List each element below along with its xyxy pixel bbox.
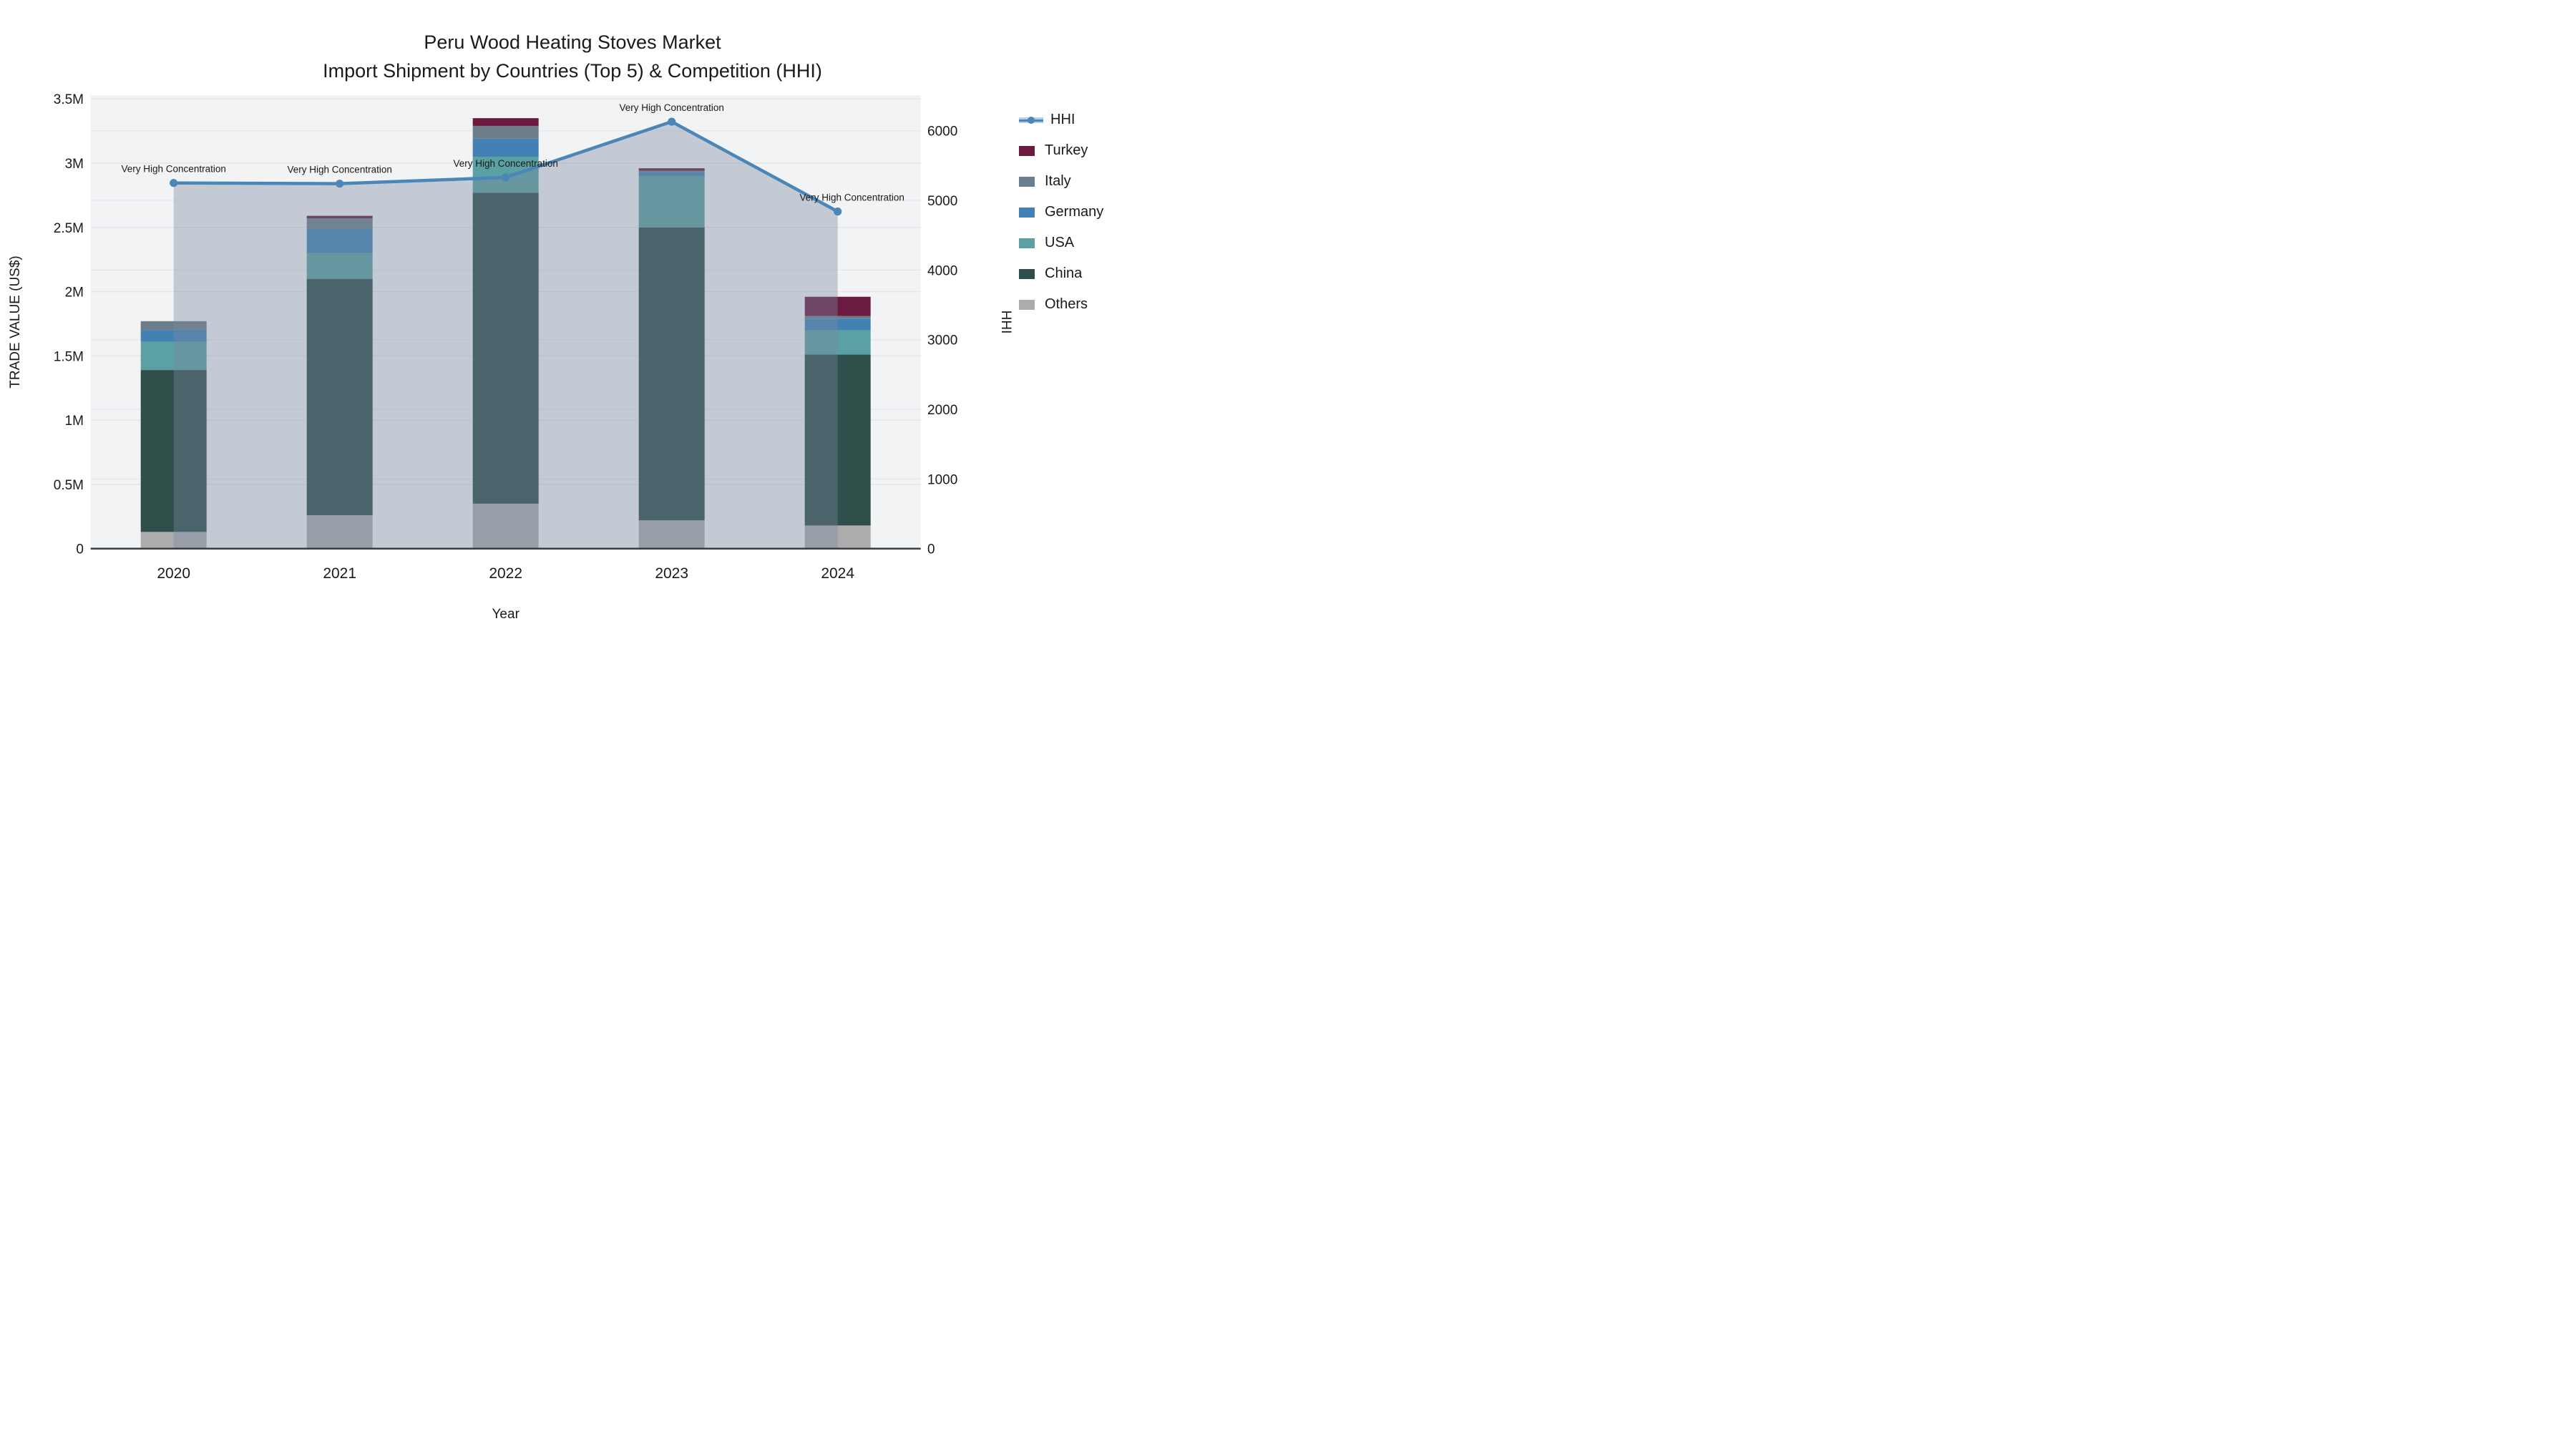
bar-segment-germany-2022[interactable] (472, 138, 539, 157)
x-tick-2020: 2020 (157, 565, 190, 582)
y2-tick-4000: 4000 (927, 263, 957, 278)
y2-tick-6000: 6000 (927, 125, 957, 140)
y2-tick-2000: 2000 (927, 403, 957, 418)
legend-label-others: Others (1045, 296, 1088, 312)
y2-tick-1000: 1000 (927, 472, 957, 487)
chart-title-line1: Peru Wood Heating Stoves Market (424, 31, 721, 53)
bar-segment-turkey-2022[interactable] (472, 118, 539, 126)
legend-item-others[interactable]: Others (1019, 289, 1103, 320)
y2-tick-3000: 3000 (927, 333, 957, 348)
y2-tick-0: 0 (927, 542, 935, 557)
y1-tick-1M: 1M (65, 414, 84, 429)
legend-label-turkey: Turkey (1045, 142, 1088, 158)
y1-tick-2M: 2M (65, 286, 84, 301)
hhi-line-icon (1019, 115, 1043, 125)
annotation-2022: Very High Concentration (454, 158, 558, 169)
y-axis-right-ticks: 0 1000 2000 3000 4000 5000 6000 (927, 125, 957, 557)
x-tick-2021: 2021 (323, 565, 356, 582)
annotation-2024: Very High Concentration (800, 192, 904, 203)
y-axis-right-title: HHI (998, 311, 1013, 334)
annotation-2023: Very High Concentration (620, 102, 724, 113)
legend-swatch-italy (1019, 176, 1035, 187)
hhi-area-polygon (173, 122, 838, 549)
hhi-area-fill (173, 122, 838, 549)
legend-label-china: China (1045, 265, 1083, 281)
y-axis-left-ticks: 0 0.5M 1M 1.5M 2M 2.5M 3M 3.5M (54, 92, 84, 557)
figure: Very High Concentration Very High Concent… (0, 0, 1145, 644)
hhi-marker-2024[interactable] (834, 208, 842, 216)
legend-label-usa: USA (1045, 235, 1075, 250)
legend-swatch-germany (1019, 207, 1035, 218)
chart-canvas: Very High Concentration Very High Concent… (8, 31, 1013, 622)
legend-item-germany[interactable]: Germany (1019, 197, 1103, 228)
hhi-marker-2022[interactable] (502, 173, 510, 182)
y1-tick-2.5M: 2.5M (54, 221, 84, 236)
x-axis-title: Year (492, 607, 520, 622)
legend-item-usa[interactable]: USA (1019, 228, 1103, 258)
legend-item-italy[interactable]: Italy (1019, 166, 1103, 197)
hhi-marker-2020[interactable] (170, 179, 178, 187)
y1-tick-0: 0 (76, 542, 84, 557)
annotation-2020: Very High Concentration (122, 164, 226, 175)
chart-title-line2: Import Shipment by Countries (Top 5) & C… (323, 60, 822, 82)
y1-tick-3.5M: 3.5M (54, 92, 84, 107)
legend: HHI Turkey Italy Germany USA China Others (1019, 104, 1103, 320)
x-tick-2022: 2022 (489, 565, 522, 582)
legend-item-turkey[interactable]: Turkey (1019, 135, 1103, 166)
y1-tick-0.5M: 0.5M (54, 478, 84, 493)
hhi-marker-2023[interactable] (668, 117, 676, 126)
y-axis-left-title: TRADE VALUE (US$) (8, 255, 23, 388)
annotation-2021: Very High Concentration (288, 165, 392, 175)
x-tick-2023: 2023 (655, 565, 688, 582)
legend-swatch-turkey (1019, 145, 1035, 156)
legend-swatch-usa (1019, 238, 1035, 248)
x-axis-ticks: 2020 2021 2022 2023 2024 (157, 565, 854, 582)
legend-swatch-others (1019, 299, 1035, 310)
legend-swatch-china (1019, 268, 1035, 279)
hhi-marker-2021[interactable] (336, 180, 344, 188)
legend-label-italy: Italy (1045, 173, 1071, 189)
x-tick-2024: 2024 (821, 565, 854, 582)
legend-label-hhi: HHI (1050, 112, 1075, 127)
y1-tick-3M: 3M (65, 157, 84, 172)
legend-label-germany: Germany (1045, 204, 1104, 220)
bar-segment-italy-2022[interactable] (472, 125, 539, 139)
y1-tick-1.5M: 1.5M (54, 349, 84, 364)
y2-tick-5000: 5000 (927, 194, 957, 209)
legend-item-china[interactable]: China (1019, 258, 1103, 289)
legend-item-hhi[interactable]: HHI (1019, 104, 1103, 135)
